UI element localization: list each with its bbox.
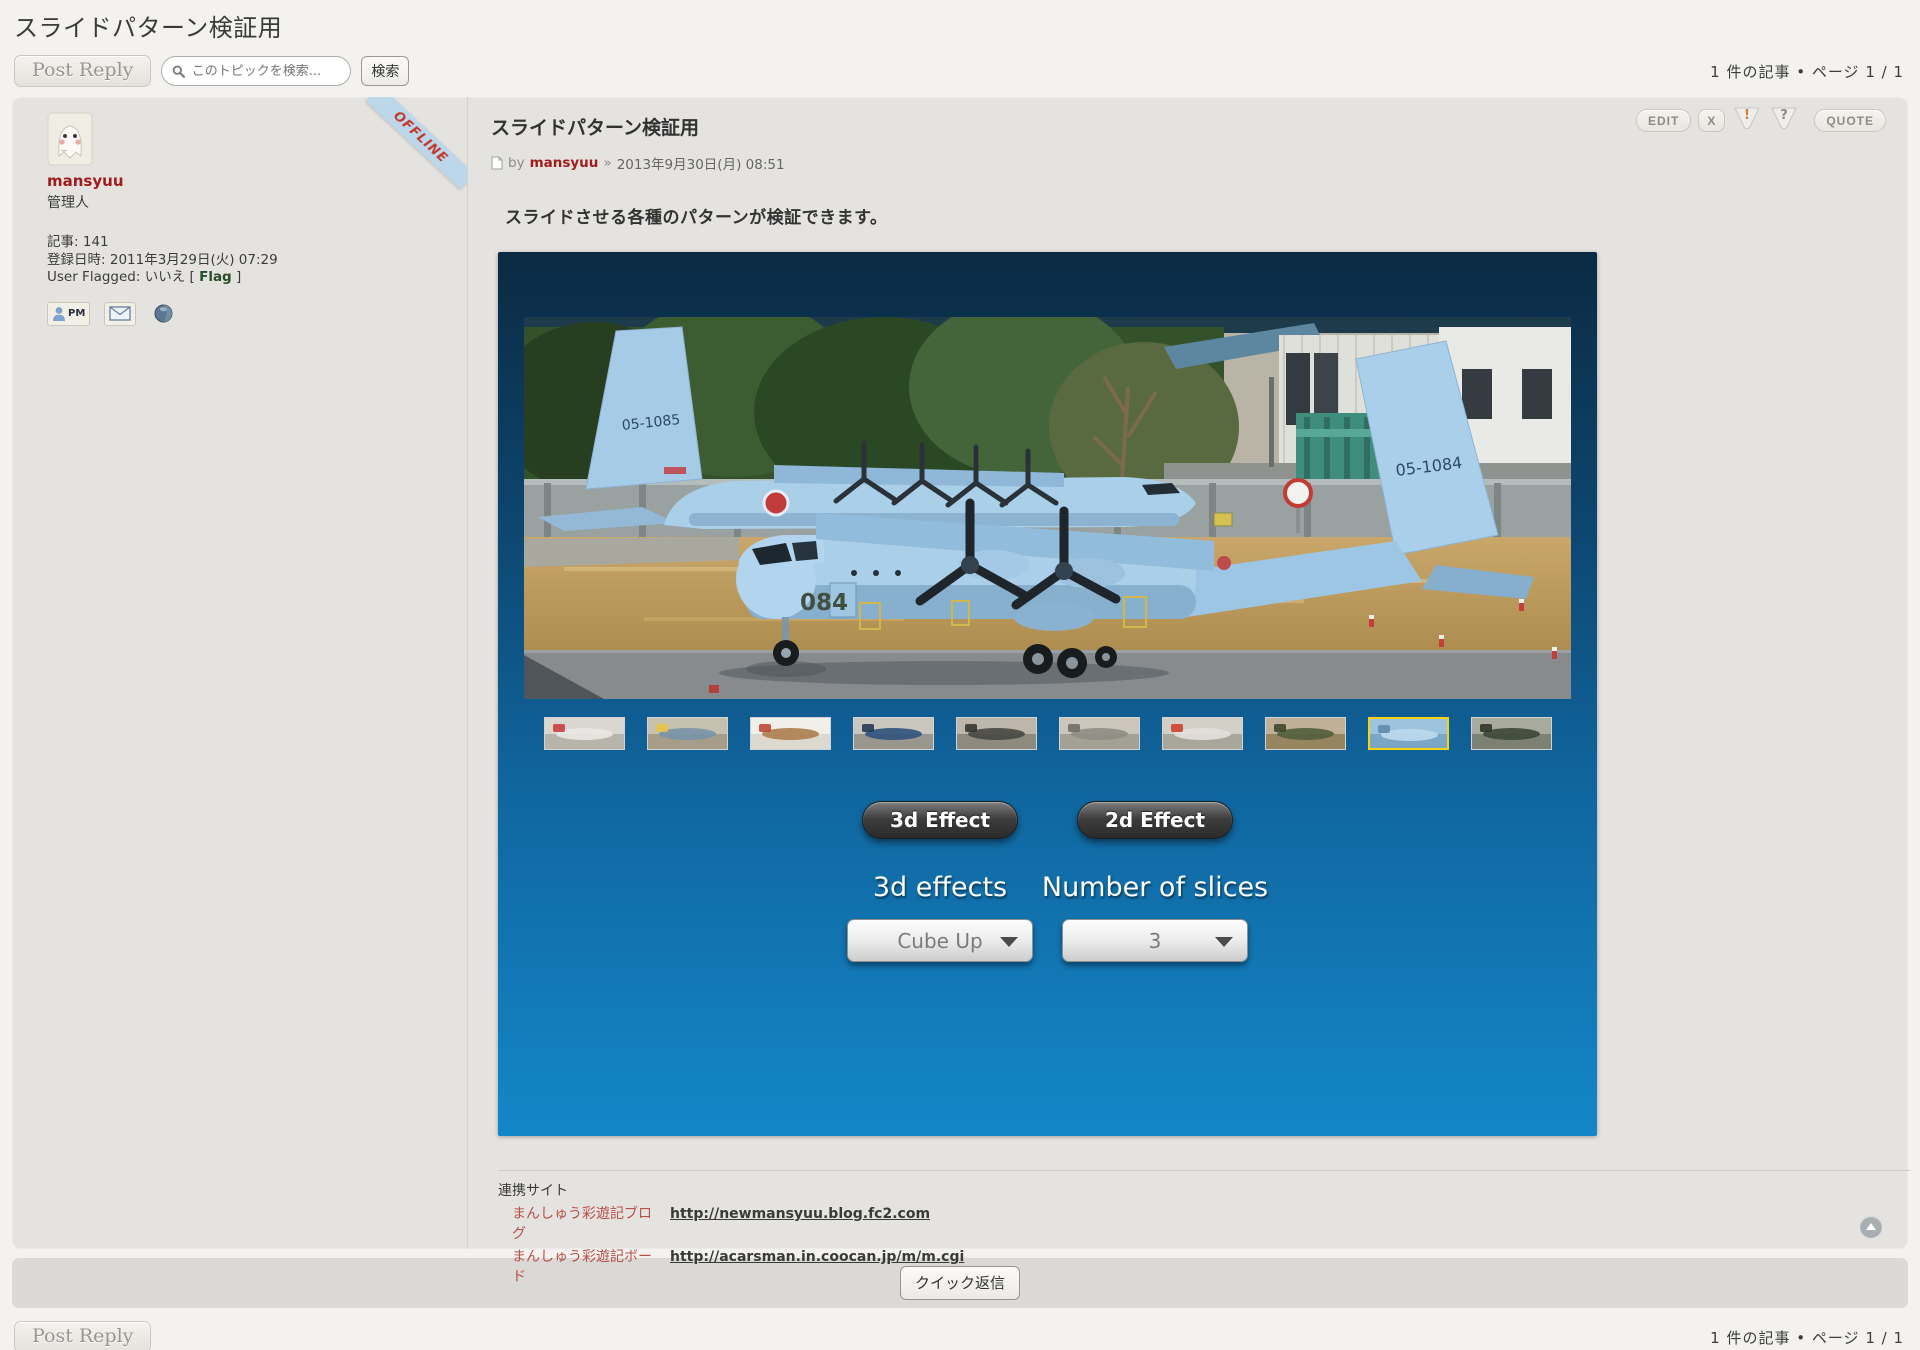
profile-stats: 記事: 141 登録日時: 2011年3月29日(火) 07:29 User F… [47, 234, 467, 286]
thumbnail-blue-c130-current[interactable] [1368, 717, 1449, 750]
effect-select-value: Cube Up [897, 929, 982, 953]
3d-effect-button[interactable]: 3d Effect [862, 801, 1018, 839]
report-post-button[interactable]: ! [1732, 106, 1762, 135]
search-button[interactable]: 検索 [361, 56, 409, 86]
delete-post-button[interactable]: X [1698, 109, 1725, 132]
signature-site-link[interactable]: http://newmansyuu.blog.fc2.com [670, 1206, 930, 1222]
post-panel: mansyuu 管理人 記事: 141 登録日時: 2011年3月29日(火) … [12, 97, 1908, 1249]
signature-site-link[interactable]: http://acarsman.in.coocan.jp/m/m.cgi [670, 1249, 964, 1265]
slices-select-value: 3 [1149, 929, 1162, 953]
thumbnail-grey-surveillance-aircraft[interactable] [1059, 717, 1140, 750]
thumbnail-dark-jet-head-on[interactable] [956, 717, 1037, 750]
email-icon [109, 306, 131, 321]
stat-posts-label: 記事: [47, 234, 79, 250]
author-profile: mansyuu 管理人 記事: 141 登録日時: 2011年3月29日(火) … [12, 97, 468, 1249]
byline-author-link[interactable]: mansyuu [530, 155, 599, 171]
stat-flagged-label: User Flagged: [47, 269, 140, 285]
pagination-bottom: 1 件の記事 • ページ 1 / 1 [1710, 1327, 1904, 1348]
pm-label: PM [68, 308, 85, 319]
post-controls: EDIT X ! ? QUOTE [1636, 106, 1886, 135]
stat-joined-value: 2011年3月29日(火) 07:29 [110, 252, 278, 268]
search-input[interactable] [192, 64, 341, 79]
post-byline: by mansyuu » 2013年9月30日(月) 08:51 [491, 153, 1886, 173]
bottom-toolbar: Post Reply 1 件の記事 • ページ 1 / 1 [14, 1321, 1904, 1350]
chevron-down-icon [1000, 937, 1018, 947]
edit-post-button[interactable]: EDIT [1636, 109, 1691, 132]
chevron-down-icon [1215, 937, 1233, 947]
slices-select[interactable]: 3 [1062, 919, 1248, 962]
pagination-top: 1 件の記事 • ページ 1 / 1 [1710, 61, 1904, 82]
thumbnail-accent-shape [1068, 724, 1080, 732]
contact-buttons: PM [47, 302, 467, 326]
post-body-text: スライドさせる各種のパターンが検証できます。 [505, 203, 1886, 228]
signature-row: まんしゅう彩遊記ブログ http://newmansyuu.blog.fc2.co… [498, 1203, 1910, 1243]
stat-flagged-value: いいえ [145, 269, 186, 285]
globe-icon [154, 304, 173, 323]
stat-posts: 記事: 141 [47, 234, 467, 251]
stat-flagged: User Flagged: いいえ [ Flag ] [47, 269, 467, 286]
thumbnail-dark-green-helicopter[interactable] [1471, 717, 1552, 750]
thumbnail-accent-shape [1378, 725, 1390, 733]
arrow-up-icon [1866, 1223, 1876, 1230]
user-icon [52, 306, 67, 322]
email-button[interactable] [104, 302, 136, 326]
avatar[interactable] [47, 112, 93, 166]
stat-joined-label: 登録日時: [47, 252, 106, 268]
signature-links: まんしゅう彩遊記ブログ http://newmansyuu.blog.fc2.co… [498, 1203, 1910, 1286]
thumbnail-accent-shape [1274, 724, 1286, 732]
signature-site-label: まんしゅう彩遊記ボード [498, 1246, 660, 1286]
signature-block: 連携サイト まんしゅう彩遊記ブログ http://newmansyuu.blog.… [498, 1170, 1910, 1286]
stat-joined: 登録日時: 2011年3月29日(火) 07:29 [47, 252, 467, 269]
question-icon: ? [1781, 108, 1789, 123]
thumbnail-camo-jet-white-background[interactable] [750, 717, 831, 750]
flag-link[interactable]: Flag [199, 269, 232, 285]
post-reply-button-bottom[interactable]: Post Reply [14, 1321, 151, 1350]
post-date: 2013年9月30日(月) 08:51 [617, 153, 785, 173]
post-info-button[interactable]: ? [1769, 106, 1799, 135]
page-title: スライドパターン検証用 [14, 8, 1920, 43]
slideshow-controls: 3d Effect 2d Effect 3d effects Number of… [833, 801, 1263, 962]
slideshow-widget: 05-1085 [498, 252, 1597, 1136]
profile-username[interactable]: mansyuu [47, 172, 467, 190]
thumbnail-accent-shape [862, 724, 874, 732]
effect-select[interactable]: Cube Up [847, 919, 1033, 962]
3d-effects-label: 3d effects [873, 872, 1007, 903]
exclamation-icon: ! [1744, 108, 1750, 123]
thumbnail-accent-shape [1480, 724, 1492, 732]
thumbnail-accent-shape [553, 724, 565, 732]
nose-number: 084 [800, 590, 848, 616]
topic-search-box[interactable] [161, 56, 351, 86]
thumbnail-green-camo-transport[interactable] [1265, 717, 1346, 750]
post-page-icon[interactable] [491, 156, 503, 170]
quote-button[interactable]: QUOTE [1814, 109, 1886, 132]
thumbnail-white-phantom-sunburst-tail[interactable] [1162, 717, 1243, 750]
thumbnail-blue-jet-yellow-balloon[interactable] [647, 717, 728, 750]
signature-heading: 連携サイト [498, 1180, 1910, 1200]
forum-topic-page: スライドパターン検証用 Post Reply 検索 1 件の記事 • ページ 1… [0, 0, 1920, 1350]
back-to-top-button[interactable] [1860, 1216, 1882, 1238]
post-content: EDIT X ! ? QUOTE スライドパターン検証用 [469, 97, 1908, 1249]
thumbnail-accent-shape [1171, 724, 1183, 732]
thumbnail-dark-blue-f2-fighter[interactable] [853, 717, 934, 750]
post-reply-button[interactable]: Post Reply [14, 55, 151, 87]
search-icon [172, 64, 185, 79]
thumbnail-red-white-trainer-jet[interactable] [544, 717, 625, 750]
thumbnail-accent-shape [656, 724, 668, 732]
slideshow-main-photo[interactable]: 05-1085 [524, 317, 1571, 699]
website-button[interactable] [150, 302, 177, 326]
profile-rank: 管理人 [47, 192, 467, 212]
number-of-slices-label: Number of slices [1042, 872, 1268, 903]
topic-toolbar: Post Reply 検索 1 件の記事 • ページ 1 / 1 [14, 53, 1904, 89]
private-message-button[interactable]: PM [47, 302, 90, 326]
c130-photo-illustration: 05-1085 [524, 317, 1571, 699]
thumbnail-strip [544, 717, 1552, 750]
2d-effect-button[interactable]: 2d Effect [1077, 801, 1233, 839]
signature-row: まんしゅう彩遊記ボード http://acarsman.in.coocan.jp/… [498, 1246, 1910, 1286]
thumbnail-accent-shape [759, 724, 771, 732]
thumbnail-accent-shape [965, 724, 977, 732]
signature-site-label: まんしゅう彩遊記ブログ [498, 1203, 660, 1243]
stat-posts-value: 141 [83, 234, 109, 250]
